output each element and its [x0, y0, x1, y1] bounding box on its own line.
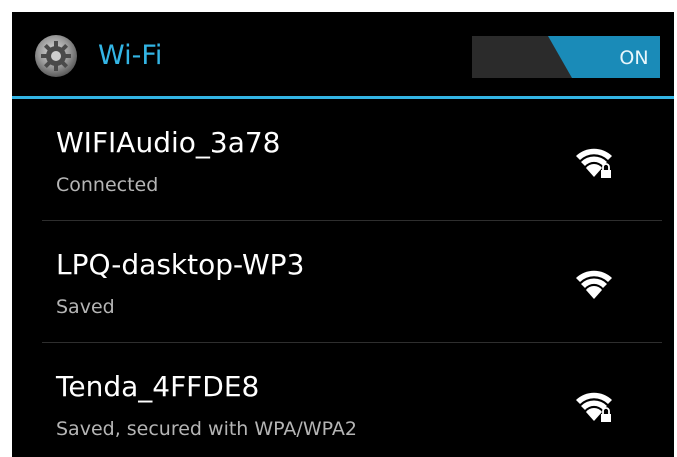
wifi-signal-icon: [576, 270, 612, 299]
network-name: LPQ-dasktop-WP3: [56, 248, 305, 281]
network-status: Connected: [56, 174, 159, 196]
wifi-settings-screen: Wi-Fi ON WIFIAudio_3a78 Connected LPQ-da…: [12, 12, 674, 457]
toggle-thumb: [548, 36, 660, 78]
page-title: Wi-Fi: [98, 40, 163, 71]
network-item[interactable]: LPQ-dasktop-WP3 Saved: [12, 221, 674, 343]
network-item[interactable]: Tenda_4FFDE8 Saved, secured with WPA/WPA…: [12, 343, 674, 457]
settings-gear-icon: [35, 35, 77, 77]
network-status: Saved: [56, 296, 115, 318]
network-status: Saved, secured with WPA/WPA2: [56, 418, 357, 440]
wifi-signal-locked-icon: [576, 392, 612, 422]
network-list: WIFIAudio_3a78 Connected LPQ-dasktop-WP3…: [12, 99, 674, 457]
network-name: Tenda_4FFDE8: [56, 370, 260, 403]
network-name: WIFIAudio_3a78: [56, 126, 281, 159]
wifi-signal-locked-icon: [576, 148, 612, 178]
wifi-toggle-switch[interactable]: [472, 36, 660, 78]
network-item[interactable]: WIFIAudio_3a78 Connected: [12, 99, 674, 221]
action-bar: Wi-Fi ON: [12, 12, 674, 99]
